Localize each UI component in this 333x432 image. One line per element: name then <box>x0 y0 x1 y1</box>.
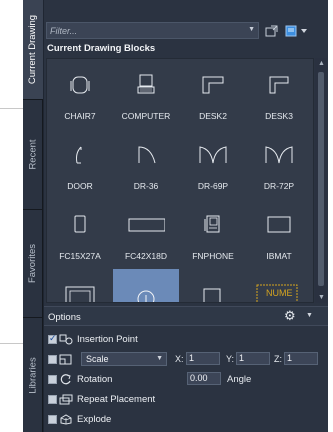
scale-x-input[interactable]: 1 <box>186 352 220 365</box>
block-label: DESK2 <box>199 111 227 121</box>
block-label: COMPUTER <box>121 111 171 121</box>
block-tile[interactable]: NUME <box>246 269 312 302</box>
selected-block-icon <box>137 290 155 302</box>
block-label: NUME <box>266 288 293 298</box>
rectangle-icon <box>203 288 221 302</box>
block-tile[interactable]: IBMAT <box>246 199 312 269</box>
file-cabinet-icon <box>74 215 86 233</box>
mat-icon <box>267 216 291 233</box>
dropdown-arrow-icon: ▼ <box>156 355 163 362</box>
options-dropdown-icon[interactable]: ▼ <box>306 312 313 319</box>
scale-y-label: Y: <box>226 354 235 364</box>
scale-option[interactable] <box>48 351 73 367</box>
block-tile[interactable]: DESK2 <box>180 59 246 129</box>
block-label: DR-36 <box>133 181 159 191</box>
repeat-placement-option[interactable]: Repeat Placement <box>48 391 155 407</box>
computer-icon <box>137 74 155 94</box>
scale-y-input[interactable]: 1 <box>236 352 270 365</box>
scale-mode-dropdown[interactable]: Scale ▼ <box>81 352 167 366</box>
block-tile[interactable]: DR-69P <box>180 129 246 199</box>
filter-box[interactable]: ▼ <box>46 22 259 39</box>
insertion-point-option[interactable]: Insertion Point <box>48 331 138 347</box>
palette-main: ▼ Current Drawing Blocks CHAIR7 COMPUTER… <box>44 0 328 432</box>
scale-z-input[interactable]: 1 <box>284 352 318 365</box>
block-label: FC42X18D <box>124 251 168 261</box>
block-grid-scrollbar[interactable]: ▲ ▼ <box>315 58 327 303</box>
block-tile[interactable]: DR-72P <box>246 129 312 199</box>
tab-favorites[interactable]: Favorites <box>23 210 43 318</box>
tab-recent[interactable]: Recent <box>23 100 43 210</box>
insert-from-file-icon[interactable] <box>263 22 281 39</box>
file-cabinet-wide-icon <box>128 218 165 232</box>
block-tile[interactable]: DR-36 <box>113 129 179 199</box>
block-tile[interactable]: FC15X27A <box>47 199 113 269</box>
block-tile-selected[interactable] <box>113 269 179 302</box>
monitor-icon <box>65 286 95 302</box>
block-tile[interactable]: CHAIR7 <box>47 59 113 129</box>
insertion-point-checkbox[interactable] <box>48 333 57 344</box>
explode-checkbox[interactable] <box>48 414 57 424</box>
block-tile[interactable]: COMPUTER <box>113 59 179 129</box>
block-label: DR-69P <box>197 181 229 191</box>
block-label: CHAIR7 <box>64 111 96 121</box>
scale-x-label: X: <box>175 354 184 364</box>
scroll-thumb[interactable] <box>318 72 324 286</box>
door-swing-icon <box>76 146 82 164</box>
block-label: FNPHONE <box>192 251 234 261</box>
block-label: IBMAT <box>266 251 292 261</box>
block-tile[interactable]: DESK3 <box>246 59 312 129</box>
block-tile[interactable] <box>180 269 246 302</box>
block-label: DR-72P <box>263 181 295 191</box>
scale-z-label: Z: <box>274 354 282 364</box>
block-tile[interactable]: DOOR <box>47 129 113 199</box>
rotation-checkbox[interactable] <box>48 374 57 384</box>
block-label: DESK3 <box>265 111 293 121</box>
view-options-icon[interactable] <box>284 22 310 39</box>
repeat-placement-checkbox[interactable] <box>48 394 57 404</box>
tab-libraries[interactable]: Libraries <box>23 318 43 432</box>
door-arc-icon <box>138 146 156 164</box>
rotation-option[interactable]: Rotation <box>48 371 112 387</box>
repeat-placement-icon <box>59 394 73 404</box>
gear-icon[interactable]: ⚙ <box>284 309 296 323</box>
block-label: DOOR <box>67 181 93 191</box>
options-header[interactable]: Options ⚙ ▼ <box>44 306 328 326</box>
block-grid: CHAIR7 COMPUTER DESK2 DESK3 DOOR DR-36 D… <box>46 58 314 303</box>
block-tile[interactable]: FNPHONE <box>180 199 246 269</box>
rotation-angle-input[interactable]: 0.00 <box>187 372 221 385</box>
tab-current-drawing[interactable]: Current Drawing <box>23 0 43 100</box>
scroll-up-icon[interactable]: ▲ <box>318 60 325 67</box>
filter-dropdown-arrow-icon[interactable]: ▼ <box>248 26 255 33</box>
desk-icon <box>202 76 224 94</box>
explode-option[interactable]: Explode <box>48 411 111 427</box>
block-tile[interactable] <box>47 269 113 302</box>
phone-icon <box>204 215 220 233</box>
double-door-icon <box>199 146 227 164</box>
insertion-point-icon <box>59 334 73 344</box>
chair-icon <box>70 76 90 94</box>
block-label: FC15X27A <box>59 251 101 261</box>
double-door-icon <box>265 146 293 164</box>
scale-icon <box>59 354 72 364</box>
block-tile[interactable]: FC42X18D <box>113 199 179 269</box>
filter-input[interactable] <box>50 25 245 36</box>
section-title: Current Drawing Blocks <box>47 43 156 54</box>
scale-checkbox[interactable] <box>48 354 57 364</box>
options-title: Options <box>48 312 81 323</box>
explode-icon <box>60 413 72 425</box>
desk-icon <box>269 76 289 94</box>
scroll-down-icon[interactable]: ▼ <box>318 294 325 301</box>
palette-tab-strip: Current Drawing Recent Favorites Librari… <box>23 0 43 432</box>
angle-label: Angle <box>227 374 252 385</box>
rotation-icon <box>60 373 71 384</box>
